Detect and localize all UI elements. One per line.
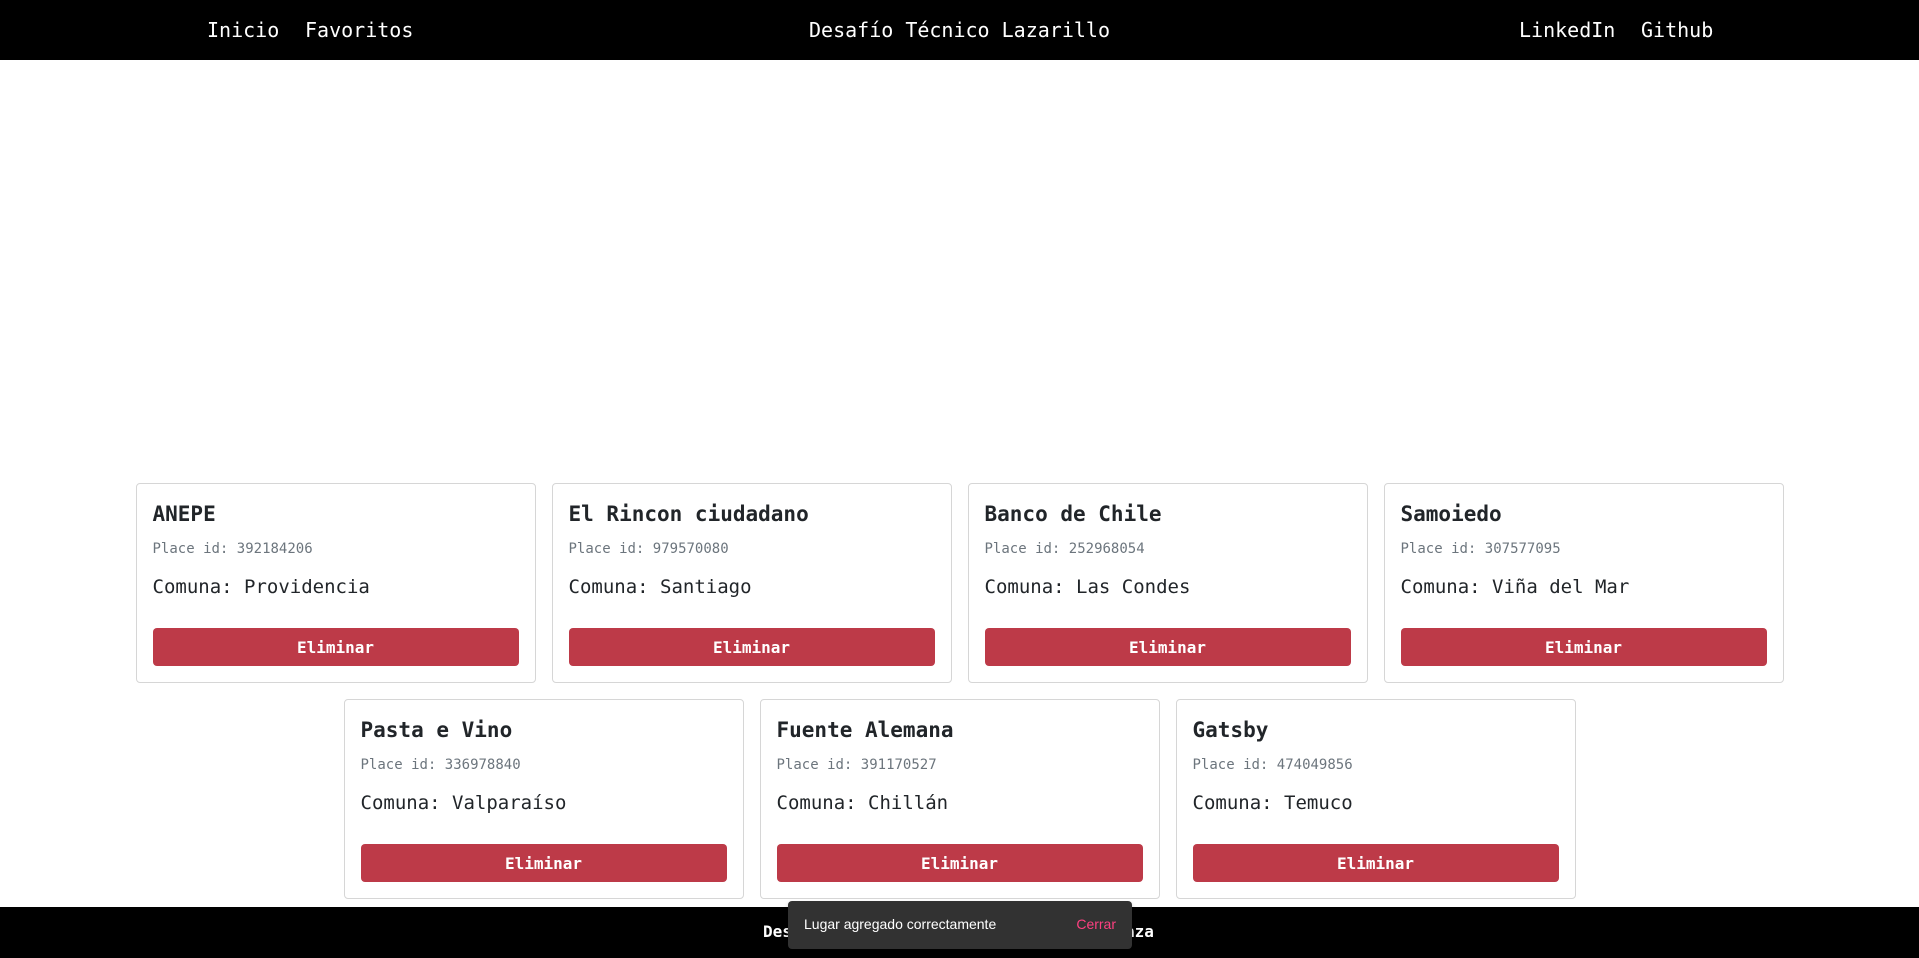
top-navbar: Inicio Favoritos Desafío Técnico Lazaril… bbox=[0, 0, 1919, 60]
place-card: Banco de Chile Place id: 252968054 Comun… bbox=[967, 483, 1368, 683]
delete-button[interactable]: Eliminar bbox=[1192, 844, 1559, 882]
place-name: Samoiedo bbox=[1400, 502, 1502, 526]
place-card: Samoiedo Place id: 307577095 Comuna: Viñ… bbox=[1383, 483, 1784, 683]
place-name: Fuente Alemana bbox=[776, 718, 954, 742]
snackbar-message: Lugar agregado correctamente bbox=[804, 916, 997, 932]
place-id: Place id: 979570080 bbox=[568, 541, 729, 557]
place-id: Place id: 392184206 bbox=[152, 541, 313, 557]
place-comuna: Comuna: Las Condes bbox=[984, 576, 1191, 598]
delete-button[interactable]: Eliminar bbox=[776, 844, 1143, 882]
place-comuna: Comuna: Santiago bbox=[568, 576, 752, 598]
nav-link-linkedin[interactable]: LinkedIn bbox=[1519, 18, 1615, 42]
place-card: Pasta e Vino Place id: 336978840 Comuna:… bbox=[343, 699, 744, 899]
place-name: Gatsby bbox=[1192, 718, 1269, 742]
nav-link-github[interactable]: Github bbox=[1641, 18, 1713, 42]
place-comuna: Comuna: Providencia bbox=[152, 576, 370, 598]
place-comuna: Comuna: Viña del Mar bbox=[1400, 576, 1630, 598]
delete-button[interactable]: Eliminar bbox=[152, 628, 519, 666]
place-id: Place id: 391170527 bbox=[776, 757, 937, 773]
snackbar-toast: Lugar agregado correctamente Cerrar bbox=[788, 901, 1132, 949]
nav-link-inicio[interactable]: Inicio bbox=[207, 18, 279, 42]
place-card: Gatsby Place id: 474049856 Comuna: Temuc… bbox=[1175, 699, 1576, 899]
place-card: ANEPE Place id: 392184206 Comuna: Provid… bbox=[135, 483, 536, 683]
app-title[interactable]: Desafío Técnico Lazarillo bbox=[809, 18, 1110, 42]
card-row-1: ANEPE Place id: 392184206 Comuna: Provid… bbox=[0, 483, 1919, 683]
place-name: ANEPE bbox=[152, 502, 216, 526]
snackbar-close-button[interactable]: Cerrar bbox=[1076, 916, 1116, 932]
place-card: El Rincon ciudadano Place id: 979570080 … bbox=[551, 483, 952, 683]
delete-button[interactable]: Eliminar bbox=[360, 844, 727, 882]
place-comuna: Comuna: Valparaíso bbox=[360, 792, 567, 814]
place-id: Place id: 252968054 bbox=[984, 541, 1145, 557]
delete-button[interactable]: Eliminar bbox=[984, 628, 1351, 666]
place-comuna: Comuna: Chillán bbox=[776, 792, 949, 814]
place-name: Banco de Chile bbox=[984, 502, 1162, 526]
place-name: Pasta e Vino bbox=[360, 718, 513, 742]
delete-button[interactable]: Eliminar bbox=[568, 628, 935, 666]
delete-button[interactable]: Eliminar bbox=[1400, 628, 1767, 666]
place-card: Fuente Alemana Place id: 391170527 Comun… bbox=[759, 699, 1160, 899]
place-id: Place id: 474049856 bbox=[1192, 757, 1353, 773]
place-comuna: Comuna: Temuco bbox=[1192, 792, 1353, 814]
card-row-2: Pasta e Vino Place id: 336978840 Comuna:… bbox=[0, 699, 1919, 899]
place-id: Place id: 336978840 bbox=[360, 757, 521, 773]
nav-link-favoritos[interactable]: Favoritos bbox=[305, 18, 413, 42]
place-name: El Rincon ciudadano bbox=[568, 502, 809, 526]
place-id: Place id: 307577095 bbox=[1400, 541, 1561, 557]
